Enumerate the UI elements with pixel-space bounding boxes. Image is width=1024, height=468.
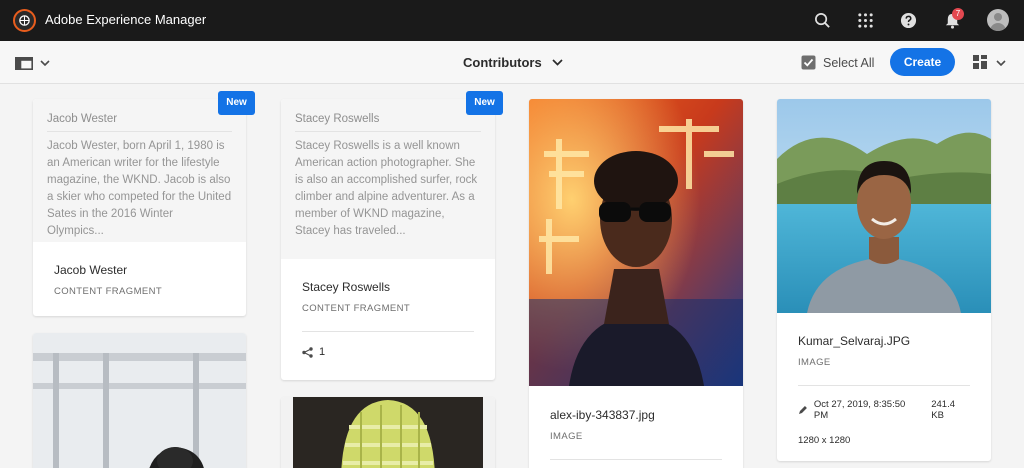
- chevron-down-icon: [996, 59, 1006, 66]
- card-title: Jacob Wester: [54, 263, 128, 277]
- chevron-down-icon: [40, 60, 50, 66]
- preview-title: Stacey Roswells: [295, 113, 481, 132]
- fragment-preview: Stacey Roswells Stacey Roswells is a wel…: [281, 99, 495, 259]
- bell-icon[interactable]: 7: [943, 8, 964, 29]
- card-view-icon: [973, 55, 987, 69]
- image-asset-card[interactable]: [33, 333, 246, 468]
- card-title: Stacey Roswells: [302, 280, 391, 294]
- image-asset-card[interactable]: alex-iby-343837.jpg IMAGE: [529, 99, 743, 468]
- create-button[interactable]: Create: [890, 48, 955, 76]
- card-title: alex-iby-343837.jpg: [550, 408, 655, 422]
- new-badge: New: [218, 91, 255, 115]
- preview-text: Stacey Roswells is a well known American…: [295, 140, 478, 237]
- select-all-label: Select All: [823, 55, 875, 70]
- card-type: CONTENT FRAGMENT: [302, 303, 411, 314]
- new-badge: New: [466, 91, 503, 115]
- asset-thumbnail: [777, 99, 991, 313]
- card-title: Kumar_Selvaraj.JPG: [798, 334, 911, 348]
- select-all-icon: [801, 55, 816, 70]
- folder-title: Contributors: [463, 55, 542, 70]
- divider: [302, 331, 474, 332]
- pencil-icon: [798, 406, 807, 414]
- modified-date: Oct 27, 2019, 8:35:50 PM: [813, 399, 906, 421]
- chevron-down-icon: [552, 59, 563, 66]
- references-info: 1: [302, 346, 474, 358]
- user-avatar[interactable]: [987, 9, 1009, 31]
- card-type: CONTENT FRAGMENT: [54, 286, 163, 297]
- select-all-button[interactable]: Select All: [801, 55, 874, 70]
- notification-count-badge: 7: [952, 8, 964, 20]
- view-switcher-button[interactable]: [973, 55, 1006, 70]
- asset-thumbnail: [33, 333, 246, 468]
- help-icon[interactable]: [899, 11, 917, 29]
- rail-toggle-button[interactable]: [15, 55, 53, 71]
- asset-thumbnail: [529, 99, 743, 386]
- card-type: IMAGE: [798, 357, 831, 368]
- preview-text: Jacob Wester, born April 1, 1980 is an A…: [47, 140, 232, 237]
- asset-thumbnail: [281, 397, 495, 468]
- image-dimensions: 1280 x 1280: [798, 435, 851, 446]
- content-fragment-card[interactable]: Stacey Roswells Stacey Roswells is a wel…: [281, 99, 495, 380]
- fragment-preview: Jacob Wester Jacob Wester, born April 1,…: [33, 99, 246, 242]
- action-bar: Contributors Select All: [0, 41, 1024, 84]
- references-count: 1: [319, 346, 326, 358]
- search-icon[interactable]: [813, 11, 831, 29]
- card-type: IMAGE: [550, 431, 583, 442]
- apps-grid-icon[interactable]: [856, 11, 874, 29]
- asset-info: Oct 27, 2019, 8:35:50 PM 241.4 KB: [798, 399, 970, 421]
- aem-logo-icon[interactable]: [13, 9, 36, 32]
- folder-title-dropdown[interactable]: Contributors: [463, 55, 563, 70]
- shell-bar: Adobe Experience Manager 7: [0, 0, 1024, 41]
- preview-title: Jacob Wester: [47, 113, 232, 132]
- references-icon: [302, 346, 313, 358]
- image-asset-card[interactable]: [281, 397, 495, 468]
- side-panel-icon: [15, 56, 33, 70]
- divider: [550, 459, 722, 460]
- content-fragment-card[interactable]: Jacob Wester Jacob Wester, born April 1,…: [33, 99, 246, 316]
- divider: [798, 385, 970, 386]
- image-asset-card[interactable]: Kumar_Selvaraj.JPG IMAGE Oct 27, 2019, 8…: [777, 99, 991, 461]
- app-title[interactable]: Adobe Experience Manager: [45, 12, 206, 27]
- file-size: 241.4 KB: [931, 399, 956, 421]
